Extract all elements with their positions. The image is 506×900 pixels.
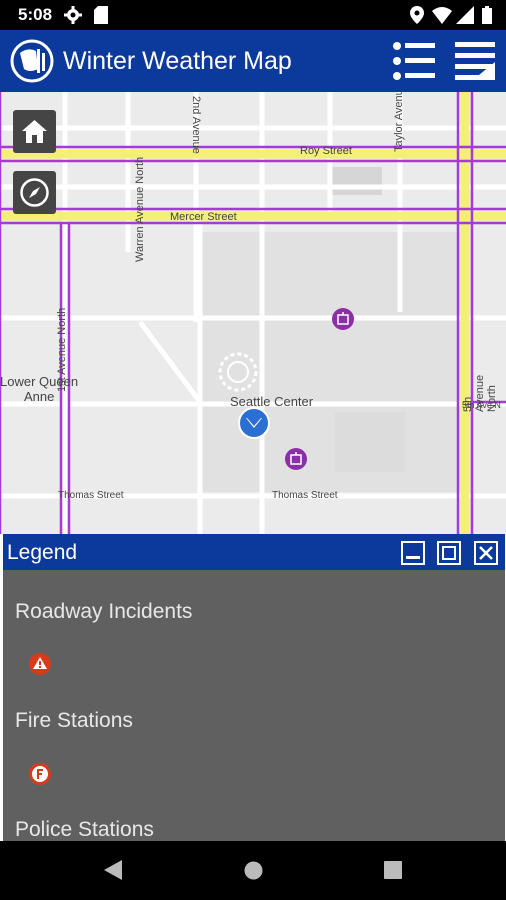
gear-icon bbox=[64, 6, 82, 29]
navigation-bar bbox=[0, 841, 506, 900]
poi-marker-icon[interactable] bbox=[285, 448, 307, 475]
warning-icon bbox=[29, 653, 51, 675]
map-view[interactable]: Roy Street Mercer Street 2nd Avenue Warr… bbox=[0, 92, 506, 534]
map-label-thomas-street-left: Thomas Street bbox=[58, 490, 124, 501]
close-button[interactable] bbox=[474, 541, 498, 565]
map-label-2nd-avenue: 2nd Avenue bbox=[190, 96, 202, 154]
home-icon bbox=[21, 118, 48, 150]
battery-icon bbox=[482, 6, 492, 29]
map-label-lower-queen-anne: Lower Queen bbox=[0, 374, 79, 389]
status-time: 5:08 bbox=[18, 5, 53, 24]
legend-panel: Legend Roadway Incidents Fire Stations P… bbox=[3, 534, 505, 841]
minimize-button[interactable] bbox=[401, 541, 425, 565]
seattle-logo-icon bbox=[10, 39, 54, 88]
poi-marker-icon[interactable] bbox=[332, 308, 354, 335]
map-label-taylor-avenue: Taylor Avenue North bbox=[393, 92, 405, 152]
back-icon[interactable] bbox=[104, 860, 122, 885]
legend-label-fire-stations: Fire Stations bbox=[15, 709, 133, 732]
compass-button[interactable] bbox=[13, 171, 56, 214]
close-icon bbox=[476, 543, 496, 568]
map-label-thomas-street-right: Thomas Street bbox=[272, 490, 338, 501]
legend-title: Legend bbox=[7, 541, 78, 564]
layer-list-icon[interactable] bbox=[391, 40, 437, 87]
home-circle-icon[interactable] bbox=[244, 861, 263, 885]
legend-header: Legend bbox=[3, 534, 505, 570]
map-label-5th-ave-n: 5th Ave N bbox=[462, 400, 501, 410]
wifi-icon bbox=[432, 6, 452, 29]
legend-label-roadway-incidents: Roadway Incidents bbox=[15, 600, 193, 623]
restore-icon bbox=[442, 546, 456, 560]
map-label-mercer-street: Mercer Street bbox=[170, 211, 237, 223]
legend-label-police-stations: Police Stations bbox=[15, 818, 154, 841]
location-icon bbox=[410, 6, 424, 29]
map-label-roy-street: Roy Street bbox=[300, 145, 352, 157]
home-button[interactable] bbox=[13, 110, 56, 153]
status-bar: 5:08 bbox=[0, 0, 506, 30]
compass-icon bbox=[19, 177, 50, 213]
map-canvas bbox=[0, 92, 506, 534]
recents-icon[interactable] bbox=[384, 861, 402, 884]
app-title: Winter Weather Map bbox=[63, 47, 292, 75]
minimize-icon bbox=[406, 556, 420, 559]
map-label-anne: Anne bbox=[24, 389, 55, 404]
app-bar: Winter Weather Map bbox=[0, 30, 506, 92]
menu-icon[interactable] bbox=[455, 40, 497, 87]
map-label-warren-avenue: Warren Avenue North bbox=[134, 156, 146, 262]
location-pin-icon[interactable] bbox=[237, 406, 271, 445]
sd-card-icon bbox=[94, 6, 108, 29]
fire-station-icon bbox=[29, 763, 51, 785]
restore-button[interactable] bbox=[437, 541, 461, 565]
signal-icon bbox=[456, 6, 474, 29]
